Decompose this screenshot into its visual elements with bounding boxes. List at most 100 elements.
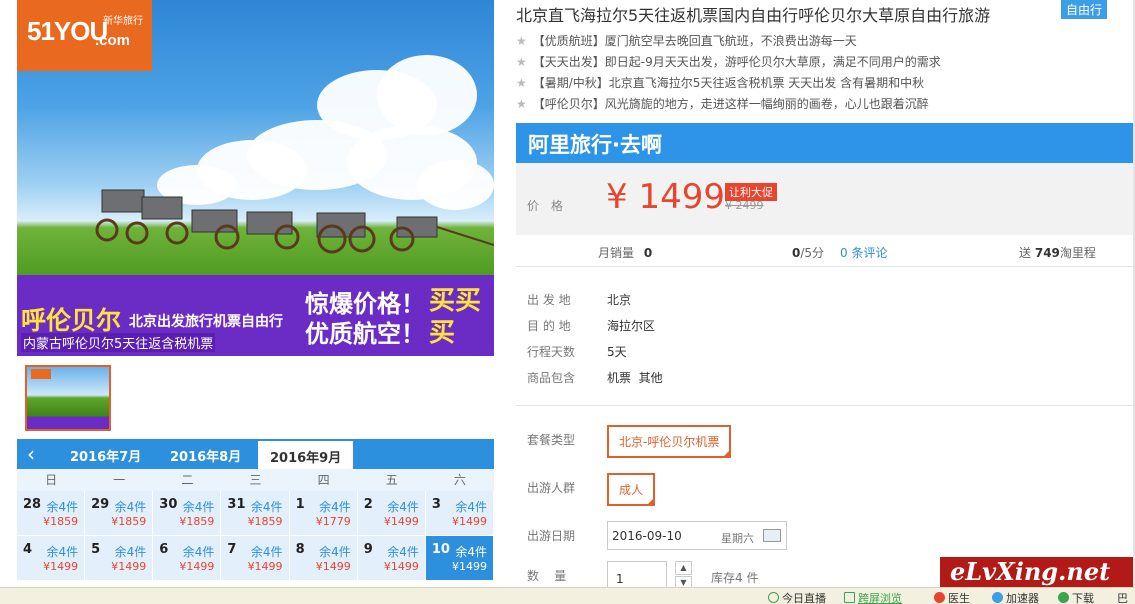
current-price: ¥ 1499 [606,177,725,217]
statusbar-download-button[interactable]: 下载 [1058,590,1094,604]
plus-icon [934,592,945,603]
banner-promo-line1: 惊爆价格！ [305,290,425,318]
calendar-day-cell[interactable]: 30 余4件 ¥1859 [153,491,222,536]
thumbnail-image[interactable] [25,365,111,431]
calendar-header: ‹ 2016年7月 2016年8月 2016年9月 [17,439,494,469]
day-number: 2 [363,497,373,512]
weekday-label: 日 [45,473,58,487]
calendar-day-cell[interactable]: 2 余4件 ¥1499 [357,491,426,536]
day-price: ¥1499 [179,560,215,573]
calendar-day-cell[interactable]: 6 余4件 ¥1499 [153,536,222,581]
brand-bar: 阿里旅行·去啊 [516,123,1135,163]
statusbar-label: 今日直播 [782,592,826,604]
feature-text: 【暑期/中秋】北京直飞海拉尔5天往返含税机票 天天出发 含有暑期和中秋 [532,76,925,90]
day-price: ¥1499 [315,560,351,573]
calendar-day-cell[interactable]: 10 余4件 ¥1499 [425,536,494,581]
calendar-day-cell[interactable]: 28 余4件 ¥1859 [17,491,86,536]
day-price: ¥1499 [43,560,79,573]
day-number: 3 [431,497,441,512]
star-icon: ★ [516,34,527,48]
calendar-day-cell[interactable]: 4 余4件 ¥1499 [17,536,86,581]
price-label: 价格 [527,199,576,213]
cart-caravan-illustration [95,189,494,254]
cloud-shape [377,55,477,135]
feature-item: ★ 【优质航班】厦门航空早去晚回直飞航班，不浪费出游每一天 [516,32,857,49]
star-icon: ★ [516,76,527,90]
feature-item: ★ 【呼伦贝尔】风光旖旎的地方，走进这样一幅绚丽的画卷，心儿也跟着沉醉 [516,95,929,112]
play-icon [768,592,779,603]
banner-subline: 内蒙古呼伦贝尔5天往返含税机票 [21,333,216,352]
weekday-label: 一 [113,473,126,487]
detail-value-includes: 机票 其他 [607,371,663,385]
day-price: ¥1779 [315,515,351,528]
tab-month-august[interactable]: 2016年8月 [170,446,241,465]
brand-name: 阿里旅行·去啊 [528,133,662,157]
statusbar-crossscreen-button[interactable]: 跨屏浏览 [844,590,902,604]
detail-value-days: 5天 [607,345,627,359]
statusbar-label: 医生 [948,592,970,604]
product-hero-image[interactable]: 51YOU 新华旅行 .com 呼伦贝尔 北京出发旅行机票自由行 内蒙古呼伦贝尔… [17,0,494,356]
detail-label-departure: 出 发 地 [527,293,571,307]
banner-tagline: 北京出发旅行机票自由行 [129,314,283,330]
sales-value: 0 [643,246,653,260]
quantity-increase-icon[interactable]: ▲ [675,561,692,575]
day-number: 5 [91,542,101,557]
calendar-week-row: 28 余4件 ¥1859 29 余4件 ¥1859 30 余4件 ¥1859 31 余4件 ¥1859… [17,491,494,536]
miles-suffix: 淘里程 [1059,246,1096,260]
feature-text: 【天天出发】即日起-9月天天出发，游呼伦贝尔大草原，满足不同用户的需求 [532,55,941,69]
statusbar-doctor-button[interactable]: 医生 [934,590,970,604]
quantity-value: 1 [616,572,624,586]
day-stock: 余4件 [455,545,487,559]
day-number: 4 [23,542,33,557]
monthly-sales: 月销量 0 [598,244,652,261]
feature-text: 【优质航班】厦门航空早去晚回直飞航班，不浪费出游每一天 [532,34,857,48]
day-number: 1 [295,497,305,512]
logo-subtext: 新华旅行 [103,16,143,27]
calendar-icon[interactable] [763,529,781,542]
chevron-left-icon[interactable]: ‹ [27,442,35,466]
reviews-link[interactable]: 0 条评论 [840,244,887,261]
day-price: ¥1859 [111,515,147,528]
logo-domain: .com [95,32,131,49]
calendar-day-cell[interactable]: 7 余4件 ¥1499 [221,536,290,581]
day-price: ¥1859 [179,515,215,528]
traveler-option[interactable]: 成人 [607,473,656,506]
statusbar-live-button[interactable]: 今日直播 [768,590,826,604]
feature-text: 【呼伦贝尔】风光旖旎的地方，走进这样一幅绚丽的画卷，心儿也跟着沉醉 [532,97,929,111]
statusbar-label: 跨屏浏览 [858,592,902,604]
day-stock: 余4件 [319,500,351,514]
day-price: ¥1859 [247,515,283,528]
feature-item: ★ 【暑期/中秋】北京直飞海拉尔5天往返含税机票 天天出发 含有暑期和中秋 [516,74,924,91]
calendar-day-cell[interactable]: 8 余4件 ¥1499 [289,536,358,581]
date-value: 2016-09-10 [612,529,682,543]
traveler-label: 出游人群 [527,481,576,495]
calendar-day-cell[interactable]: 5 余4件 ¥1499 [85,536,154,581]
date-picker[interactable]: 2016-09-10 星期六 [607,521,787,550]
statusbar-end-button[interactable]: 巴 [1117,590,1128,604]
calendar-day-cell[interactable]: 29 余4件 ¥1859 [85,491,154,536]
brand-logo: 51YOU 新华旅行 .com [17,0,152,71]
calendar-day-cell[interactable]: 1 余4件 ¥1779 [289,491,358,536]
divider [516,405,1135,406]
weekday-label: 六 [453,473,466,487]
tab-month-july[interactable]: 2016年7月 [70,446,141,465]
sales-label: 月销量 [598,246,635,260]
date-weekday: 星期六 [721,532,754,545]
banner-promo-line2: 优质航空！ [305,320,425,348]
original-price: ¥ 2499 [725,199,764,212]
package-option[interactable]: 北京-呼伦贝尔机票 [607,425,732,458]
miles-reward: 送 749淘里程 [1019,244,1096,261]
calendar-day-cell[interactable]: 31 余4件 ¥1859 [221,491,290,536]
tab-month-september[interactable]: 2016年9月 [258,441,354,469]
weekday-label: 五 [385,473,398,487]
calendar-day-cell[interactable]: 9 余4件 ¥1499 [357,536,426,581]
day-number: 31 [227,497,246,512]
day-number: 30 [159,497,178,512]
calendar-day-cell[interactable]: 3 余4件 ¥1499 [425,491,494,536]
banner-destination: 呼伦贝尔 [21,306,122,335]
statusbar-accelerator-button[interactable]: 加速器 [992,590,1039,604]
day-number: 6 [159,542,169,557]
site-watermark: eLvXing.net [940,557,1135,587]
weekday-label: 四 [317,473,330,487]
day-stock: 余4件 [250,545,283,559]
